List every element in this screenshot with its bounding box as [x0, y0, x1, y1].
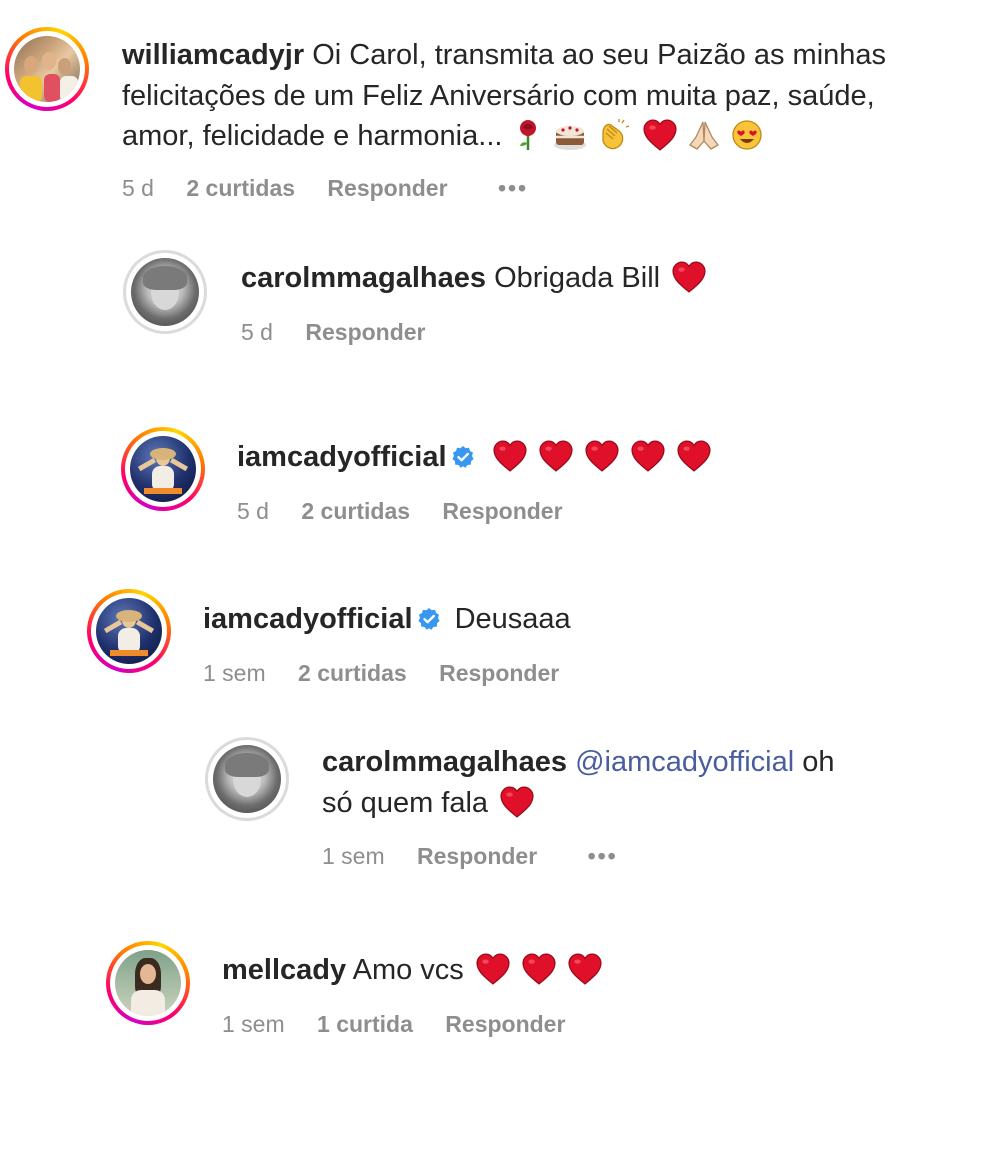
comment-meta: 5 d 2 curtidas Responder: [237, 496, 589, 526]
avatar-photo: [131, 258, 199, 326]
red-heart-icon: [522, 953, 556, 985]
timestamp: 1 sem: [322, 843, 385, 869]
reply-button[interactable]: Responder: [439, 660, 559, 686]
username[interactable]: mellcady: [222, 954, 346, 986]
timestamp: 1 sem: [203, 660, 266, 686]
likes-count[interactable]: 2 curtidas: [298, 660, 407, 686]
mention-link[interactable]: @iamcadyofficial: [575, 746, 794, 778]
red-heart-icon: [643, 119, 677, 151]
timestamp: 5 d: [241, 319, 273, 345]
comment-meta: 1 sem Responder •••: [322, 841, 644, 871]
red-heart-icon: [631, 440, 665, 472]
avatar-photo: [115, 950, 181, 1016]
red-heart-icon: [568, 953, 602, 985]
more-options-icon[interactable]: •••: [498, 175, 528, 201]
comment-body: Deusaaa: [454, 603, 571, 635]
comment-body: só quem fala: [322, 787, 489, 819]
red-heart-icon: [672, 261, 706, 293]
avatar[interactable]: [123, 250, 207, 334]
more-options-icon[interactable]: •••: [588, 843, 618, 869]
comment-text: williamcadyjr Oi Carol, transmita ao seu…: [122, 35, 886, 75]
avatar[interactable]: [87, 589, 171, 673]
comment-text: só quem fala: [322, 783, 534, 823]
comment-meta: 1 sem 1 curtida Responder: [222, 1009, 591, 1039]
comment-text: amor, felicidade e harmonia...: [122, 116, 763, 156]
comment-body: Oi Carol, transmita ao seu Paizão as min…: [312, 39, 887, 71]
cake-icon: [553, 126, 586, 150]
clapping-hands-icon: [601, 119, 629, 150]
comment-text: iamcadyofficial: [237, 437, 711, 477]
likes-count[interactable]: 2 curtidas: [186, 175, 295, 201]
verified-badge-icon: [417, 607, 441, 631]
reply-button[interactable]: Responder: [417, 843, 537, 869]
avatar-photo: [14, 36, 80, 102]
comment-body: Obrigada Bill: [494, 262, 661, 294]
avatar-photo: [130, 436, 196, 502]
comment-text: felicitações de um Feliz Aniversário com…: [122, 80, 875, 112]
username[interactable]: iamcadyofficial: [237, 441, 447, 473]
likes-count[interactable]: 1 curtida: [317, 1011, 413, 1037]
likes-count[interactable]: 2 curtidas: [301, 498, 410, 524]
verified-badge-icon: [451, 445, 475, 469]
timestamp: 5 d: [237, 498, 269, 524]
comment-text: mellcady Amo vcs: [222, 950, 602, 990]
comment-text: iamcadyofficial Deusaaa: [203, 599, 571, 639]
avatar-photo: [96, 598, 162, 664]
avatar-photo: [213, 745, 281, 813]
comment-body: Amo vcs: [352, 954, 464, 986]
avatar[interactable]: [121, 427, 205, 511]
timestamp: 5 d: [122, 175, 154, 201]
avatar[interactable]: [106, 941, 190, 1025]
red-heart-icon: [677, 440, 711, 472]
comment-meta: 5 d Responder: [241, 317, 452, 347]
username[interactable]: carolmmagalhaes: [322, 746, 567, 778]
username[interactable]: carolmmagalhaes: [241, 262, 486, 294]
heart-eyes-icon: [732, 120, 762, 150]
comment-meta: 1 sem 2 curtidas Responder: [203, 658, 585, 688]
username[interactable]: williamcadyjr: [122, 39, 304, 71]
red-heart-icon: [493, 440, 527, 472]
comment-body: oh: [802, 746, 835, 778]
red-heart-icon: [539, 440, 573, 472]
red-heart-icon: [476, 953, 510, 985]
comment-text: carolmmagalhaes @iamcadyofficial oh: [322, 742, 835, 782]
timestamp: 1 sem: [222, 1011, 285, 1037]
username[interactable]: iamcadyofficial: [203, 603, 413, 635]
comment-text: carolmmagalhaes Obrigada Bill: [241, 258, 706, 298]
reply-button[interactable]: Responder: [445, 1011, 565, 1037]
reply-button[interactable]: Responder: [305, 319, 425, 345]
reply-button[interactable]: Responder: [442, 498, 562, 524]
red-heart-icon: [585, 440, 619, 472]
comment-meta: 5 d 2 curtidas Responder •••: [122, 173, 554, 203]
avatar[interactable]: [5, 27, 89, 111]
folded-hands-icon: [688, 121, 719, 150]
rose-icon: [519, 120, 536, 150]
avatar[interactable]: [205, 737, 289, 821]
red-heart-icon: [500, 786, 534, 818]
reply-button[interactable]: Responder: [327, 175, 447, 201]
comment-body: amor, felicidade e harmonia...: [122, 120, 503, 152]
